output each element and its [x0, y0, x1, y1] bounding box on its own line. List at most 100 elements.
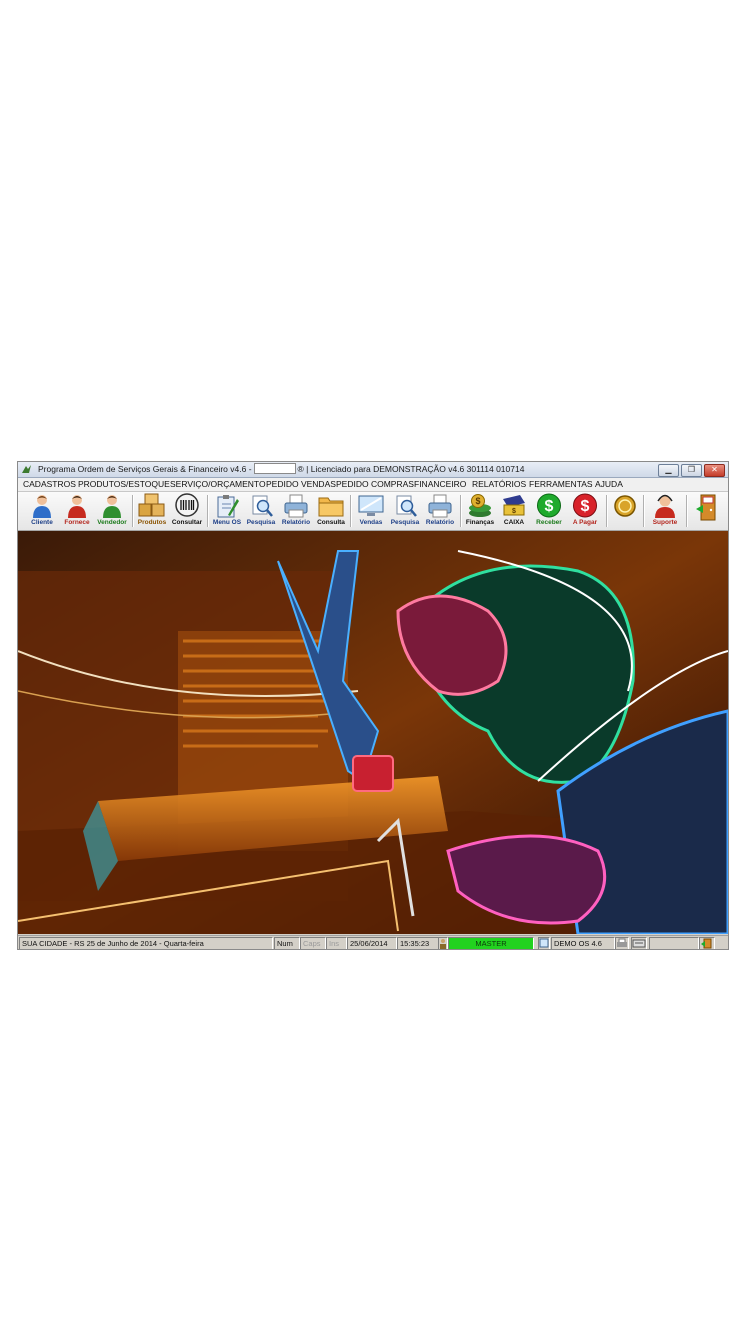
dollar-red-icon: $ [573, 493, 597, 518]
client-person-icon [33, 495, 51, 518]
version-icon [538, 937, 550, 949]
menu-pedido-compras[interactable]: PEDIDO COMPRAS [336, 479, 414, 489]
toolbar: Cliente Fornece Vendedor Produtos Consul… [18, 492, 728, 531]
folder-icon [318, 497, 344, 517]
gold-coin-icon [614, 495, 636, 517]
toolbar-separator [207, 495, 209, 527]
cliente-button[interactable]: Cliente [26, 493, 58, 529]
status-empty-field [649, 937, 699, 949]
printer-icon [428, 494, 452, 518]
support-headset-icon [655, 494, 675, 518]
vendedor-button[interactable]: Vendedor [94, 493, 130, 529]
vendedor-label: Vendedor [97, 519, 127, 526]
status-ins: Ins [326, 937, 347, 949]
exit-button[interactable] [690, 493, 724, 529]
status-version: DEMO OS 4.6 [551, 937, 615, 949]
close-button[interactable]: ✕ [704, 464, 725, 477]
user-icon [438, 937, 448, 949]
menu-ajuda[interactable]: AJUDA [595, 479, 623, 489]
suporte-label: Suporte [652, 519, 678, 526]
menu-servico-orcamento[interactable]: SERVIÇO/ORÇAMENTO [170, 479, 266, 489]
pesquisa-vendas-label: Pesquisa [390, 519, 420, 526]
status-caps: Caps [300, 937, 326, 949]
supplier-person-icon [68, 495, 86, 518]
app-logo-icon [22, 465, 31, 473]
background-artwork [18, 531, 728, 934]
barcode-icon [175, 493, 199, 517]
a-pagar-label: A Pagar [572, 519, 598, 526]
seller-person-icon [103, 495, 121, 518]
produtos-button[interactable]: Produtos [135, 493, 169, 529]
license-field [253, 463, 296, 474]
dollar-green-icon: $ [537, 493, 561, 518]
pesquisa-vendas-button[interactable]: Pesquisa [388, 493, 422, 529]
cliente-label: Cliente [31, 519, 53, 526]
boxes-icon [138, 493, 165, 517]
status-bar: SUA CIDADE - RS 25 de Junho de 2014 - Qu… [18, 935, 728, 949]
menu-bar: CADASTROS PRODUTOS/ESTOQUE SERVIÇO/ORÇAM… [18, 478, 728, 492]
search-document-icon [396, 495, 417, 517]
svg-text:$: $ [545, 498, 554, 515]
minimize-button[interactable]: ▁ [658, 464, 679, 477]
keyboard-status-icon[interactable] [631, 937, 647, 949]
menu-relatorios[interactable]: RELATÓRIOS [472, 479, 526, 489]
maximize-button[interactable]: ❐ [681, 464, 702, 477]
consultar-button[interactable]: Consultar [169, 493, 205, 529]
status-time: 15:35:23 [397, 937, 439, 949]
a-pagar-button[interactable]: $ A Pagar [567, 493, 603, 529]
status-num: Num [274, 937, 300, 949]
fornece-label: Fornece [64, 519, 90, 526]
window-title-right: ® | Licenciado para DEMONSTRAÇÃO v4.6 30… [297, 464, 525, 474]
fornece-button[interactable]: Fornece [60, 493, 94, 529]
toolbar-separator [686, 495, 688, 527]
caixa-button[interactable]: $ CAIXA [497, 493, 531, 529]
monitor-icon [358, 495, 384, 516]
close-icon: ✕ [711, 465, 718, 474]
window-title: Programa Ordem de Serviços Gerais & Fina… [38, 463, 524, 474]
vendas-label: Vendas [359, 519, 383, 526]
produtos-label: Produtos [137, 519, 167, 526]
relatorio-vendas-button[interactable]: Relatório [422, 493, 458, 529]
financas-button[interactable]: $ Finanças [463, 493, 497, 529]
menu-os-label: Menu OS [212, 519, 242, 526]
caixa-label: CAIXA [503, 519, 525, 526]
window-title-left: Programa Ordem de Serviços Gerais & Fina… [38, 464, 252, 474]
status-date: 25/06/2014 [347, 937, 397, 949]
search-document-icon [252, 495, 273, 517]
status-user: MASTER [448, 937, 534, 949]
printer-status-icon[interactable] [615, 937, 629, 949]
pesquisa-label: Pesquisa [246, 519, 276, 526]
toolbar-separator [460, 495, 462, 527]
suporte-button[interactable]: Suporte [647, 493, 683, 529]
clipboard-pen-icon [217, 495, 239, 518]
relatorio-vendas-label: Relatório [425, 519, 455, 526]
vendas-button[interactable]: Vendas [354, 493, 388, 529]
relatorio-button[interactable]: Relatório [278, 493, 314, 529]
svg-text:$: $ [512, 508, 516, 515]
coin-button[interactable] [610, 493, 640, 529]
consulta-button[interactable]: Consulta [314, 493, 348, 529]
exit-status-icon[interactable] [699, 937, 715, 949]
financas-label: Finanças [465, 519, 495, 526]
receber-button[interactable]: $ Receber [531, 493, 567, 529]
money-stack-icon: $ [469, 494, 491, 517]
menu-pedido-vendas[interactable]: PEDIDO VENDAS [266, 479, 336, 489]
status-city-date: SUA CIDADE - RS 25 de Junho de 2014 - Qu… [19, 937, 273, 949]
menu-os-button[interactable]: Menu OS [210, 493, 244, 529]
toolbar-separator [350, 495, 352, 527]
menu-produtos-estoque[interactable]: PRODUTOS/ESTOQUE [78, 479, 170, 489]
pesquisa-button[interactable]: Pesquisa [244, 493, 278, 529]
receber-label: Receber [536, 519, 562, 526]
menu-cadastros[interactable]: CADASTROS [23, 479, 76, 489]
menu-financeiro[interactable]: FINANCEIRO [414, 479, 466, 489]
toolbar-separator [606, 495, 608, 527]
minimize-icon: ▁ [665, 465, 672, 474]
relatorio-label: Relatório [281, 519, 311, 526]
svg-text:$: $ [475, 496, 480, 506]
exit-door-icon [696, 494, 716, 521]
toolbar-separator [132, 495, 134, 527]
toolbar-separator [643, 495, 645, 527]
menu-ferramentas[interactable]: FERRAMENTAS [529, 479, 593, 489]
title-bar: Programa Ordem de Serviços Gerais & Fina… [18, 462, 728, 478]
consultar-label: Consultar [171, 519, 203, 526]
